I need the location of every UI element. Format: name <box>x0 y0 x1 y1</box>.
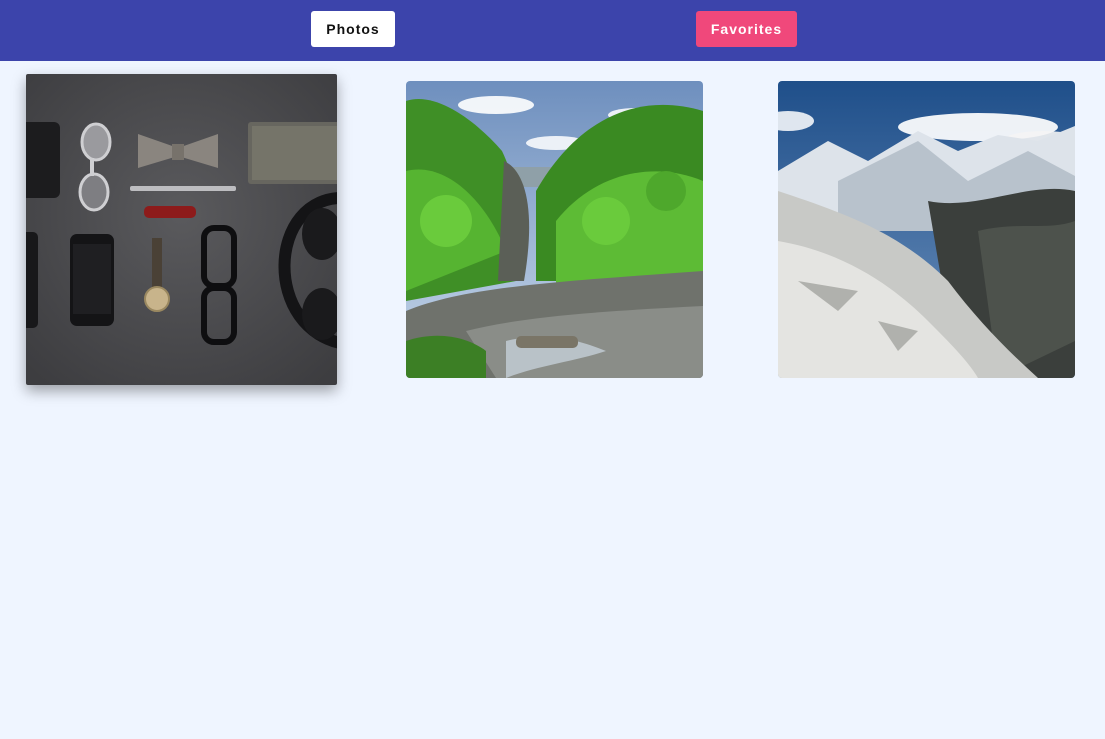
photo-card-accessories[interactable] <box>26 74 337 385</box>
photos-nav-button[interactable]: Photos <box>311 11 395 47</box>
forest-photo-image <box>406 81 703 378</box>
favorites-nav-button[interactable]: Favorites <box>696 11 797 47</box>
mountains-photo-image <box>778 81 1075 378</box>
top-nav-bar: Photos Favorites <box>0 0 1105 61</box>
photo-card-mountains[interactable] <box>778 81 1075 378</box>
accessories-photo-image <box>26 74 337 385</box>
photo-card-forest[interactable] <box>406 81 703 378</box>
